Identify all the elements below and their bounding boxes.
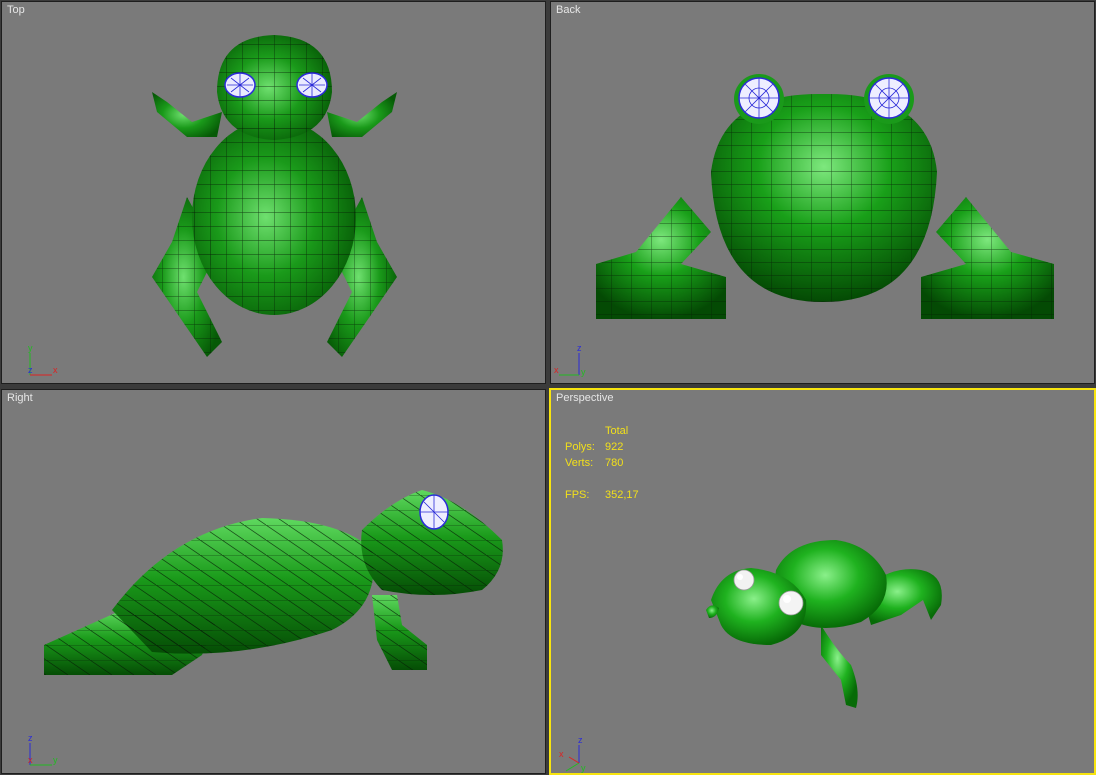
axis-up-label: y <box>28 343 33 353</box>
frog-top-view <box>152 35 397 357</box>
frog-perspective-view <box>706 540 942 708</box>
axis-tripod-right: z x y <box>28 733 58 766</box>
axis-right-label: y <box>581 367 586 377</box>
axis-up-label: z <box>28 733 33 743</box>
axis-center-label: x <box>28 755 33 765</box>
viewport-right[interactable]: Right z x y <box>1 389 546 774</box>
axis-tripod-perspective: z x y <box>559 735 586 773</box>
axis-right-label: x <box>559 749 564 759</box>
axis-up-label: z <box>577 343 582 353</box>
axis-right-label: x <box>53 365 58 375</box>
axis-center-label: z <box>28 365 33 375</box>
viewport-top[interactable]: Top y z x <box>1 1 546 384</box>
axis-center-label: y <box>581 763 586 773</box>
frog-right-view <box>44 490 503 675</box>
axis-up-label: z <box>578 735 583 745</box>
axis-tripod-top: y z x <box>28 343 58 376</box>
viewport-perspective[interactable]: Perspective Total Polys: 922 Verts: 780 FP… <box>549 388 1096 775</box>
viewport-back[interactable]: Back z y x <box>550 1 1095 384</box>
axis-right-label: y <box>53 755 58 765</box>
frog-back-view <box>596 74 1054 319</box>
axis-center-label: x <box>554 365 559 375</box>
axis-tripod-back: z y x <box>554 343 586 377</box>
